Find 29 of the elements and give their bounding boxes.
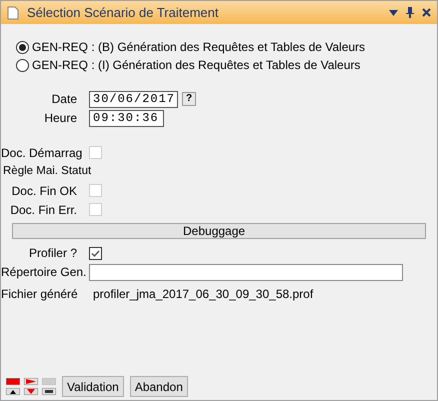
up-arrow-icon[interactable] — [6, 388, 20, 395]
document-icon — [7, 6, 19, 20]
help-button[interactable]: ? — [182, 92, 196, 106]
radio-label: GEN-REQ : (I) Génération des Requêtes et Tables de Valeurs — [32, 57, 360, 74]
window-title: Sélection Scénario de Traitement — [27, 4, 218, 22]
file-label: Fichier généré — [1, 286, 79, 303]
file-name: profiler_jma_2017_06_30_09_30_58.prof — [93, 286, 314, 303]
option-label: Doc. Fin Err. — [9, 202, 78, 218]
section-header: Debuggage — [12, 223, 426, 239]
action-button[interactable]: Validation — [62, 376, 124, 397]
close-icon[interactable] — [422, 8, 431, 17]
time-field[interactable]: 09:30:36 — [89, 110, 164, 126]
directory-field[interactable] — [89, 264, 403, 280]
time-label: Heure — [43, 110, 78, 127]
directory-label: Répertoire Gen. — [1, 264, 88, 281]
radio-label: GEN-REQ : (B) Génération des Requêtes et Tables de Valeurs — [32, 39, 366, 56]
option-label: Règle Mai. Statut — [2, 164, 92, 179]
profiler-label: Profiler ? — [28, 245, 78, 262]
checkmark-icon — [91, 248, 100, 258]
radio-button[interactable] — [16, 58, 29, 72]
date-field[interactable]: 30/06/2017 — [89, 90, 178, 108]
option-label: Doc. Fin OK — [10, 182, 78, 200]
radio-button[interactable] — [16, 40, 29, 54]
pin-icon[interactable] — [406, 7, 414, 18]
action-button[interactable]: Abandon — [130, 376, 188, 397]
checkbox[interactable] — [89, 246, 102, 260]
date-label: Date — [50, 91, 78, 108]
option-label: Doc. Démarrag — [1, 144, 84, 162]
dropdown-icon[interactable] — [389, 10, 398, 16]
